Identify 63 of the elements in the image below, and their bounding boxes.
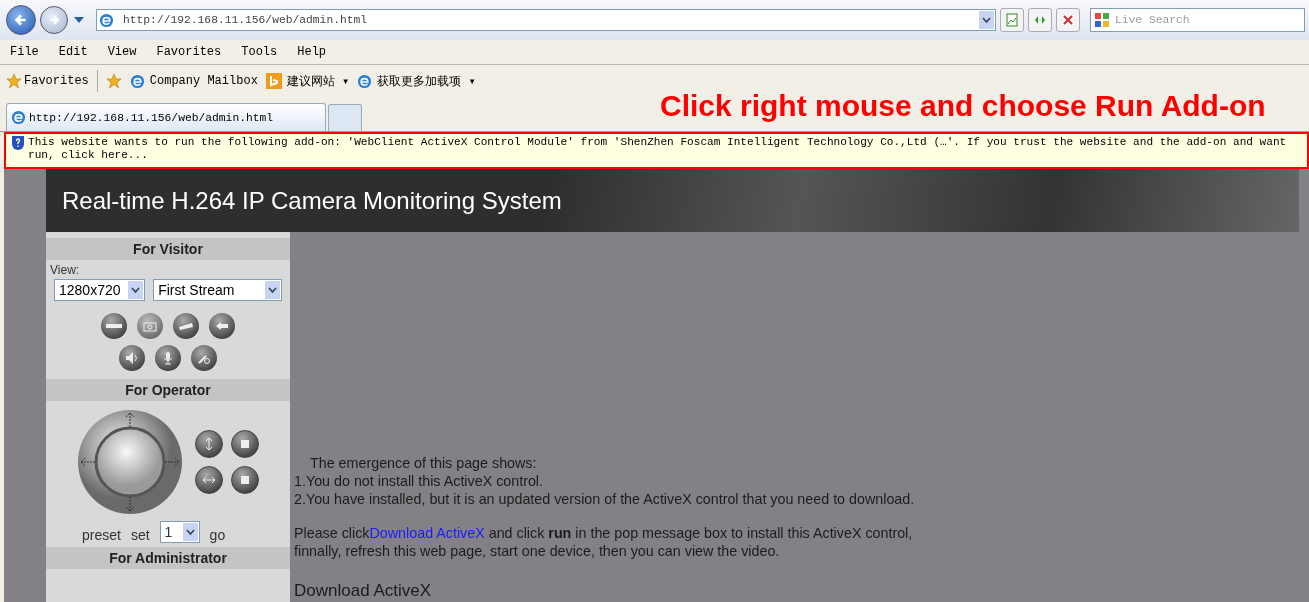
- dropdown-caret-icon[interactable]: [74, 17, 84, 23]
- instruction-text: finnally, refresh this web page, start one device, then you can view the video.: [294, 542, 781, 560]
- menu-item[interactable]: Help: [297, 45, 327, 59]
- infobar-text: run, click here...: [28, 149, 149, 162]
- bing-logo-icon: [265, 73, 282, 89]
- close-icon[interactable]: [1056, 8, 1080, 32]
- intro-text: The emergence of this page shows:: [309, 454, 538, 472]
- back-button[interactable]: [6, 5, 36, 35]
- download-heading: Download ActiveX: [294, 582, 433, 600]
- view-label: View:: [49, 262, 81, 277]
- preset-label: preset: [82, 527, 121, 543]
- preset-select[interactable]: 1: [159, 521, 200, 543]
- menu-item[interactable]: File: [10, 45, 39, 59]
- forward-button[interactable]: [40, 6, 68, 34]
- set-button[interactable]: set: [130, 527, 150, 543]
- ie-logo-icon: [129, 73, 145, 89]
- dropdown-caret-icon[interactable]: [265, 281, 280, 299]
- favorites-label: Company Mailbox: [149, 74, 258, 88]
- infobar-text: This website wants to run the following add-on: 'WebClient ActiveX Control Module' from 'ShenZhen Foscam Intelligent Technology Co.,Ltd (…'. If you trust the website and the add-on and want: [28, 136, 1287, 149]
- star-icon[interactable]: [6, 73, 22, 89]
- shield-icon: [12, 136, 24, 150]
- vertical-arrows-icon[interactable]: [195, 430, 223, 458]
- dropdown-caret-icon[interactable]: [182, 523, 198, 541]
- search-field[interactable]: Live Search: [1090, 8, 1305, 32]
- ie-logo-icon: [99, 12, 114, 28]
- section-heading: For Administrator: [46, 547, 290, 569]
- dropdown-caret-icon[interactable]: [979, 11, 994, 29]
- tab-label: http://192.168.11.156/web/admin.html: [29, 111, 274, 124]
- menu-item[interactable]: Edit: [58, 45, 88, 59]
- menu-item[interactable]: View: [107, 45, 137, 59]
- reason-text: 1.You do not install this ActiveX control.: [294, 472, 545, 490]
- annotation-text: Click right mouse and choose Run Add-on: [660, 89, 1266, 123]
- favorites-label: Favorites: [24, 74, 89, 88]
- stop-icon[interactable]: [101, 313, 127, 339]
- resolution-select[interactable]: 1280x720: [54, 279, 146, 301]
- go-button[interactable]: go: [209, 527, 226, 543]
- speaker-icon[interactable]: [119, 345, 145, 371]
- camera-icon[interactable]: [137, 313, 163, 339]
- favorites-label: 建议网站 ▾: [286, 73, 350, 90]
- instruction-text: Please clickDownload ActiveX and click run in the pop message box to install this ActiveX control,: [294, 524, 914, 542]
- microphone-icon[interactable]: [155, 345, 181, 371]
- reason-text: 2.You have installed, but it is an updated version of the ActiveX control that you need to download.: [294, 490, 915, 508]
- page-title: Real-time H.264 IP Camera Monitoring System: [62, 186, 562, 215]
- favorites-link[interactable]: 获取更多加载项 ▾: [357, 72, 476, 90]
- section-heading: For Visitor: [46, 238, 290, 260]
- ie-logo-icon: [11, 110, 26, 125]
- favorites-link[interactable]: Favorites: [6, 73, 89, 89]
- stream-select[interactable]: First Stream: [153, 279, 282, 301]
- favorites-link[interactable]: 建议网站 ▾: [265, 72, 350, 90]
- arrow-left-icon[interactable]: [209, 313, 235, 339]
- pan-tilt-joystick[interactable]: [77, 409, 183, 515]
- horizontal-arrows-icon[interactable]: [195, 466, 223, 494]
- infobar[interactable]: [4, 132, 1309, 169]
- dropdown-caret-icon[interactable]: [128, 281, 144, 299]
- favorites-link[interactable]: Company Mailbox: [129, 73, 258, 89]
- section-heading: For Operator: [46, 379, 290, 401]
- menu-item[interactable]: Tools: [241, 45, 278, 59]
- address-field[interactable]: http://192.168.11.156/web/admin.html: [96, 9, 996, 31]
- menu-item[interactable]: Favorites: [156, 45, 222, 59]
- refresh-icon[interactable]: [1028, 8, 1052, 32]
- ie-logo-icon: [357, 73, 373, 89]
- favorites-label: 获取更多加载项 ▾: [377, 73, 476, 90]
- browser-tab[interactable]: http://192.168.11.156/web/admin.html: [6, 103, 326, 131]
